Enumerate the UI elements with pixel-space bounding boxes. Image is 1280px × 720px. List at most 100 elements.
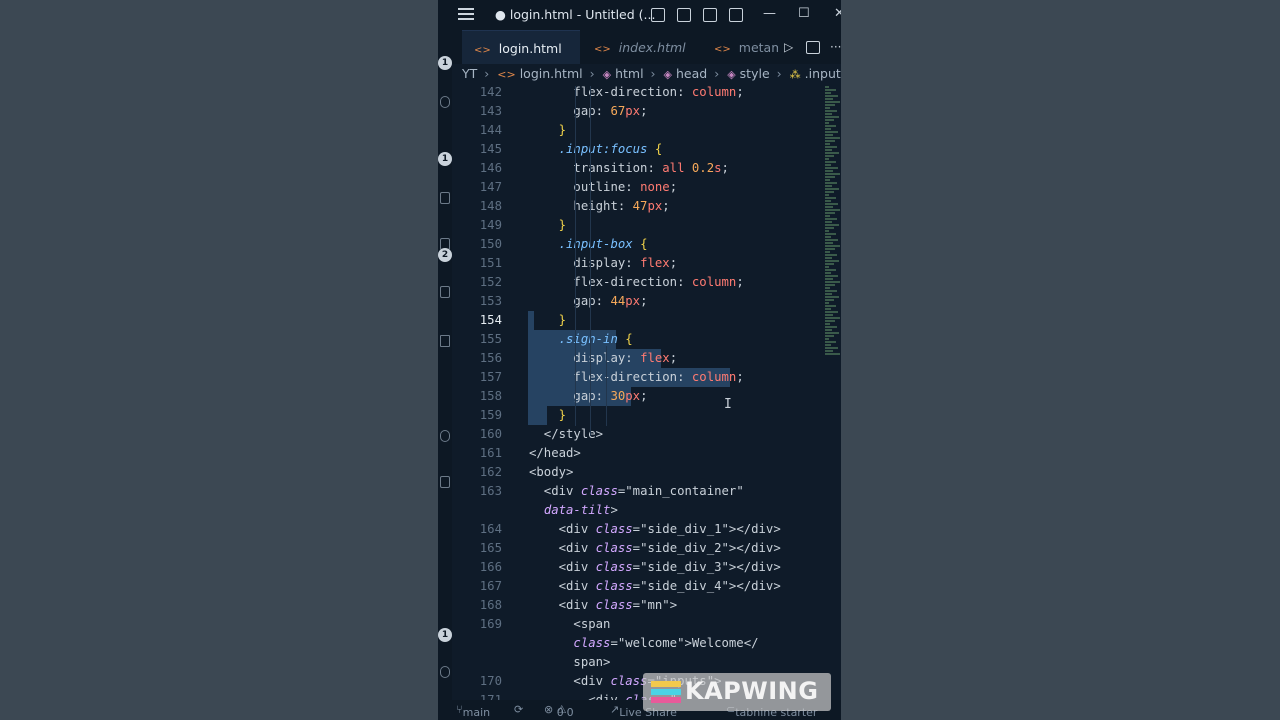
code-line[interactable]: 152 flex-direction: column; <box>452 273 827 292</box>
code-line[interactable]: 163 <div class="main_container" <box>452 482 827 501</box>
breadcrumb-file[interactable]: login.html <box>520 66 583 81</box>
maximize-button[interactable]: ☐ <box>798 6 810 21</box>
remote-explorer-icon[interactable] <box>440 286 450 298</box>
tab-label: metama <box>738 40 778 55</box>
code-line[interactable]: 142 flex-direction: column; <box>452 86 827 102</box>
code-line[interactable]: 165 <div class="side_div_2"></div> <box>452 539 827 558</box>
minimap-line <box>825 191 834 193</box>
code-line[interactable]: 166 <div class="side_div_3"></div> <box>452 558 827 577</box>
split-editor-icon[interactable] <box>806 41 820 54</box>
breadcrumb-selector[interactable]: .input <box>805 66 841 81</box>
close-button[interactable]: ✕ <box>834 6 841 21</box>
code-line[interactable]: 155 .sign-in { <box>452 330 827 349</box>
code-line[interactable]: 149 } <box>452 216 827 235</box>
minimap-line <box>825 317 840 319</box>
minimap[interactable] <box>823 86 841 376</box>
search-icon[interactable] <box>440 96 450 108</box>
customize-layout-icon[interactable] <box>729 8 743 22</box>
minimap-line <box>825 110 837 112</box>
code-line[interactable]: 167 <div class="side_div_4"></div> <box>452 577 827 596</box>
chevron-right-icon: › <box>650 66 656 81</box>
minimap-line <box>825 263 834 265</box>
code-line[interactable]: class="welcome">Welcome</ <box>452 634 827 653</box>
code-line[interactable]: 147 outline: none; <box>452 178 827 197</box>
minimap-line <box>825 326 837 328</box>
code-line[interactable]: 156 display: flex; <box>452 349 827 368</box>
code-line[interactable]: data-tilt> <box>452 501 827 520</box>
minimap-line <box>825 353 840 355</box>
line-number: 157 <box>479 370 502 384</box>
warning-count: 0 <box>566 706 574 719</box>
code-line[interactable]: 151 display: flex; <box>452 254 827 273</box>
tab-login-html[interactable]: <> login.html <box>462 30 580 64</box>
minimap-line <box>825 305 836 307</box>
code-line[interactable]: 154 } <box>452 311 827 330</box>
testing-icon[interactable] <box>440 335 450 347</box>
toggle-primary-sidebar-icon[interactable] <box>651 8 665 22</box>
line-number: 150 <box>479 237 502 251</box>
branch-status[interactable]: ⑂ main <box>456 703 490 719</box>
breadcrumb-html[interactable]: html <box>615 66 643 81</box>
code-line[interactable]: 164 <div class="side_div_1"></div> <box>452 520 827 539</box>
line-number: 161 <box>479 446 502 460</box>
sync-icon[interactable]: ⟳ <box>514 703 523 716</box>
debug-icon[interactable] <box>440 192 450 204</box>
code-line[interactable]: 162 <body> <box>452 463 827 482</box>
live-share-button[interactable]: ↗ Live Share <box>610 703 677 719</box>
minimap-line <box>825 290 837 292</box>
minimap-line <box>825 158 829 160</box>
github-icon[interactable] <box>440 430 450 442</box>
code-line[interactable]: 146 transition: all 0.2s; <box>452 159 827 178</box>
code-text: class="welcome">Welcome</ <box>573 636 759 650</box>
code-line[interactable]: 143 gap: 67px; <box>452 102 827 121</box>
more-actions-icon[interactable]: ··· <box>830 40 841 54</box>
minimap-line <box>825 302 829 304</box>
line-number: 155 <box>479 332 502 346</box>
line-number: 154 <box>479 313 502 327</box>
play-icon[interactable]: ▷ <box>784 40 793 54</box>
code-line[interactable]: 168 <div class="mn"> <box>452 596 827 615</box>
code-line[interactable]: 157 flex-direction: column; <box>452 368 827 387</box>
minimap-line <box>825 275 838 277</box>
code-line[interactable]: 160 </style> <box>452 425 827 444</box>
code-line[interactable]: 158 gap: 30px; <box>452 387 827 406</box>
code-line[interactable]: 159 } <box>452 406 827 425</box>
toggle-secondary-sidebar-icon[interactable] <box>703 8 717 22</box>
html-file-icon: <> <box>474 45 491 56</box>
minimap-line <box>825 257 832 259</box>
code-editor[interactable]: 142 flex-direction: column; 143 gap: 67px… <box>452 86 827 700</box>
tab-label: login.html <box>498 41 562 56</box>
code-line[interactable]: 153 gap: 44px; <box>452 292 827 311</box>
code-line[interactable]: 169 <span <box>452 615 827 634</box>
element-icon: ◈ <box>602 68 612 81</box>
breadcrumb-head[interactable]: head <box>676 66 707 81</box>
docker-icon[interactable] <box>440 476 450 488</box>
code-line[interactable]: 145 .input:focus { <box>452 140 827 159</box>
minimap-line <box>825 122 829 124</box>
breadcrumb: YT › <> login.html › ◈ html › ◈ head › ◈ style › … <box>462 66 841 86</box>
code-line[interactable]: 161 </head> <box>452 444 827 463</box>
minimap-line <box>825 206 833 208</box>
code-line[interactable]: span> <box>452 653 827 672</box>
toggle-panel-icon[interactable] <box>677 8 691 22</box>
breadcrumb-folder[interactable]: YT <box>462 66 477 81</box>
minimap-line <box>825 308 831 310</box>
tab-index-html[interactable]: <> index.html <box>580 30 698 64</box>
code-line[interactable]: 144 } <box>452 121 827 140</box>
minimap-line <box>825 209 840 211</box>
line-number: 160 <box>479 427 502 441</box>
mouse-cursor-icon: I <box>724 397 732 412</box>
code-line[interactable]: 148 height: 47px; <box>452 197 827 216</box>
tab-metama[interactable]: <> metama <box>702 30 778 64</box>
breadcrumb-style[interactable]: style <box>740 66 770 81</box>
code-line[interactable]: 150 .input-box { <box>452 235 827 254</box>
hamburger-menu-icon[interactable] <box>458 8 474 20</box>
problems-status[interactable]: ⊗ 0 ⚠ 0 <box>544 703 574 719</box>
minimap-line <box>825 161 836 163</box>
code-text: gap: 30px; <box>573 389 648 403</box>
minimize-button[interactable]: — <box>763 6 776 21</box>
code-text: } <box>558 123 567 137</box>
gear-icon[interactable] <box>440 666 450 678</box>
minimap-line <box>825 236 831 238</box>
element-icon: ◈ <box>663 68 672 81</box>
